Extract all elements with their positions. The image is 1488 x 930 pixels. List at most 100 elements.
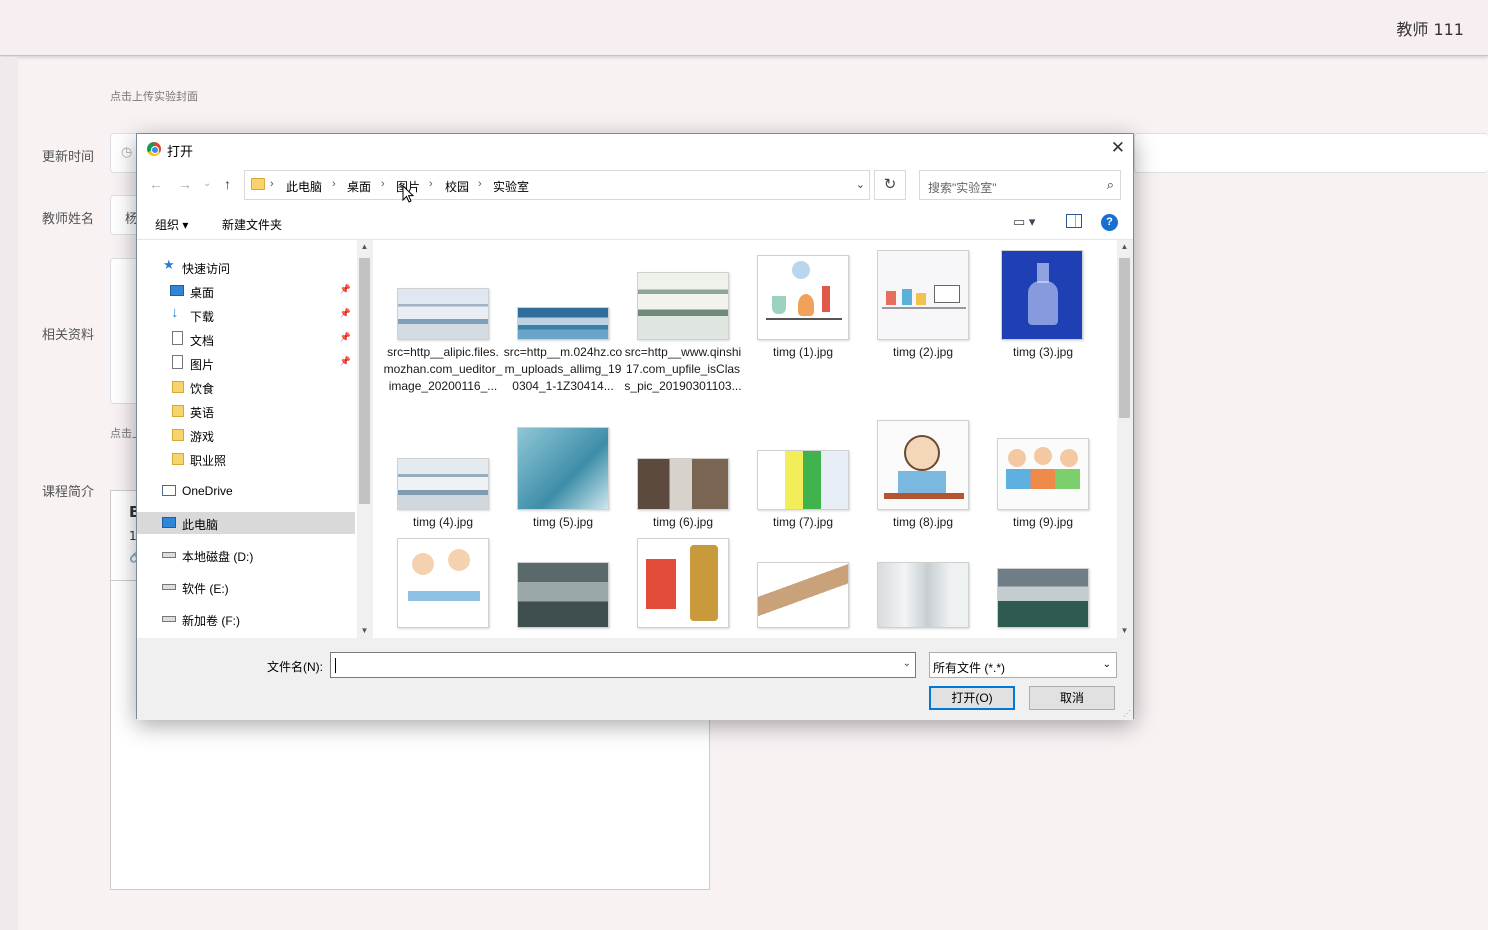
file-list-scrollbar[interactable]: ▲ ▼ [1117,240,1133,638]
lab-photo-thumbnail [397,288,489,340]
nav-folder-food[interactable]: 饮食 [137,376,355,398]
open-button[interactable]: 打开(O) [929,686,1015,710]
nav-label: 下载 [190,310,215,324]
upload-cover-hint[interactable]: 点击上传实验封面 [110,88,198,104]
drive-icon [162,584,176,590]
breadcrumb-separator: › [332,178,336,190]
lab-photo-thumbnail [757,450,849,510]
bottle-photo-thumbnail [1001,250,1083,340]
help-icon[interactable]: ? [1101,214,1118,231]
search-icon[interactable]: ⌕ [1107,177,1114,193]
file-name: src=http__www.qinshi17.com_upfile_isClas… [624,345,742,393]
lab-photo-thumbnail [397,458,489,510]
breadcrumb-separator: › [381,178,385,190]
nav-folder-work-photos[interactable]: 职业照 [137,448,355,470]
lab-photo-thumbnail [517,427,609,510]
nav-label: 饮食 [190,382,215,396]
file-type-select[interactable]: 所有文件 (*.*) ⌄ [929,652,1117,678]
nav-pictures[interactable]: 图片 📌 [137,352,355,374]
file-name: src=http__alipic.files.mozhan.com_uedito… [383,345,503,393]
chevron-down-icon[interactable]: ⌄ [903,658,911,669]
nav-drive-f[interactable]: 新加卷 (F:) [137,608,355,630]
onedrive-icon [162,485,176,496]
nav-label: OneDrive [182,484,233,498]
scroll-down-arrow[interactable]: ▼ [357,626,372,635]
breadcrumb-separator: › [270,178,274,190]
up-button[interactable]: ↑ [224,176,231,192]
scroll-up-arrow[interactable]: ▲ [357,242,372,251]
nav-documents[interactable]: 文档 📌 [137,328,355,350]
resize-grip-icon[interactable]: ⋰ [1123,709,1131,718]
preview-pane-icon[interactable] [1066,214,1082,228]
nav-label: 本地磁盘 (D:) [182,550,254,564]
search-box[interactable]: 搜索"实验室" ⌕ [919,170,1121,200]
star-icon: ★ [163,257,175,272]
file-name: timg (9).jpg [1012,515,1074,529]
pin-icon[interactable]: 📌 [340,332,351,343]
lab-illustration-thumbnail [877,250,969,340]
chevron-down-icon[interactable]: ⌄ [1103,659,1111,670]
nav-drive-e[interactable]: 软件 (E:) [137,576,355,598]
lab-illustration-thumbnail [877,420,969,510]
chrome-icon [147,142,161,156]
pin-icon[interactable]: 📌 [340,284,351,295]
breadcrumb-campus[interactable]: 校园 [445,178,469,195]
close-button[interactable]: ✕ [1111,138,1125,158]
nav-drive-d[interactable]: 本地磁盘 (D:) [137,544,355,566]
update-time-label: 更新时间 [42,150,95,165]
view-options-button[interactable]: ▭ ▾ [1013,214,1035,230]
refresh-button[interactable]: ↻ [874,170,906,200]
nav-downloads[interactable]: ↓ 下载 📌 [137,304,355,326]
file-name: timg (7).jpg [772,515,834,529]
lab-photo-thumbnail [517,307,609,340]
back-button[interactable]: ← [149,176,163,192]
teacher-name-label: 教师姓名 [42,212,95,227]
file-name: timg (3).jpg [1012,345,1074,359]
nav-pane-scrollbar[interactable]: ▲ ▼ [357,240,372,638]
picture-icon [172,355,183,369]
related-materials-label: 相关资料 [42,328,95,343]
nav-label: 游戏 [190,430,215,444]
nav-folder-english[interactable]: 英语 [137,400,355,422]
pin-icon[interactable]: 📌 [340,356,351,367]
filename-input[interactable]: ⌄ [330,652,916,678]
breadcrumb-this-pc[interactable]: 此电脑 [286,178,322,195]
nav-this-pc[interactable]: 此电脑 [137,512,355,534]
breadcrumb-lab[interactable]: 实验室 [493,178,529,195]
file-type-value: 所有文件 (*.*) [933,661,1006,675]
dialog-toolbar: 组织 ▾ 新建文件夹 ▭ ▾ ? [137,206,1133,240]
address-bar[interactable]: › 此电脑 › 桌面 › 图片 › 校园 › 实验室 ⌄ [244,170,870,203]
organize-menu[interactable]: 组织 ▾ [155,216,188,233]
scroll-thumb[interactable] [359,258,370,504]
recent-locations-button[interactable]: ⌄ [203,178,211,189]
text-caret [335,658,336,673]
nav-label: 快速访问 [182,262,231,276]
folder-icon [172,453,184,465]
dialog-title-bar[interactable]: 打开 ✕ [137,134,1133,164]
user-name[interactable]: 教师 111 [1396,16,1464,40]
nav-label: 职业照 [190,454,227,468]
dialog-footer: 文件名(N): ⌄ 所有文件 (*.*) ⌄ 打开(O) 取消 ⋰ [137,638,1133,720]
lab-illustration-thumbnail [397,538,489,628]
scroll-down-arrow[interactable]: ▼ [1117,626,1132,635]
chevron-down-icon[interactable]: ⌄ [856,178,865,191]
cancel-button[interactable]: 取消 [1029,686,1115,710]
nav-onedrive[interactable]: OneDrive [137,480,355,502]
lab-photo-thumbnail [517,562,609,628]
scroll-thumb[interactable] [1119,258,1130,418]
nav-desktop[interactable]: 桌面 📌 [137,280,355,302]
folder-icon [172,429,184,441]
breadcrumb-desktop[interactable]: 桌面 [347,178,371,195]
forward-button[interactable]: → [178,176,192,192]
download-icon: ↓ [171,304,179,321]
nav-quick-access[interactable]: ★ 快速访问 [137,256,355,278]
breadcrumb-separator: › [478,178,482,190]
pin-icon[interactable]: 📌 [340,308,351,319]
scroll-up-arrow[interactable]: ▲ [1117,242,1132,251]
update-time-input-right[interactable] [1134,133,1488,173]
chemical-bottle-thumbnail [637,538,729,628]
nav-folder-games[interactable]: 游戏 [137,424,355,446]
lab-photo-thumbnail [637,272,729,340]
new-folder-button[interactable]: 新建文件夹 [222,216,282,233]
folder-icon [251,178,265,190]
